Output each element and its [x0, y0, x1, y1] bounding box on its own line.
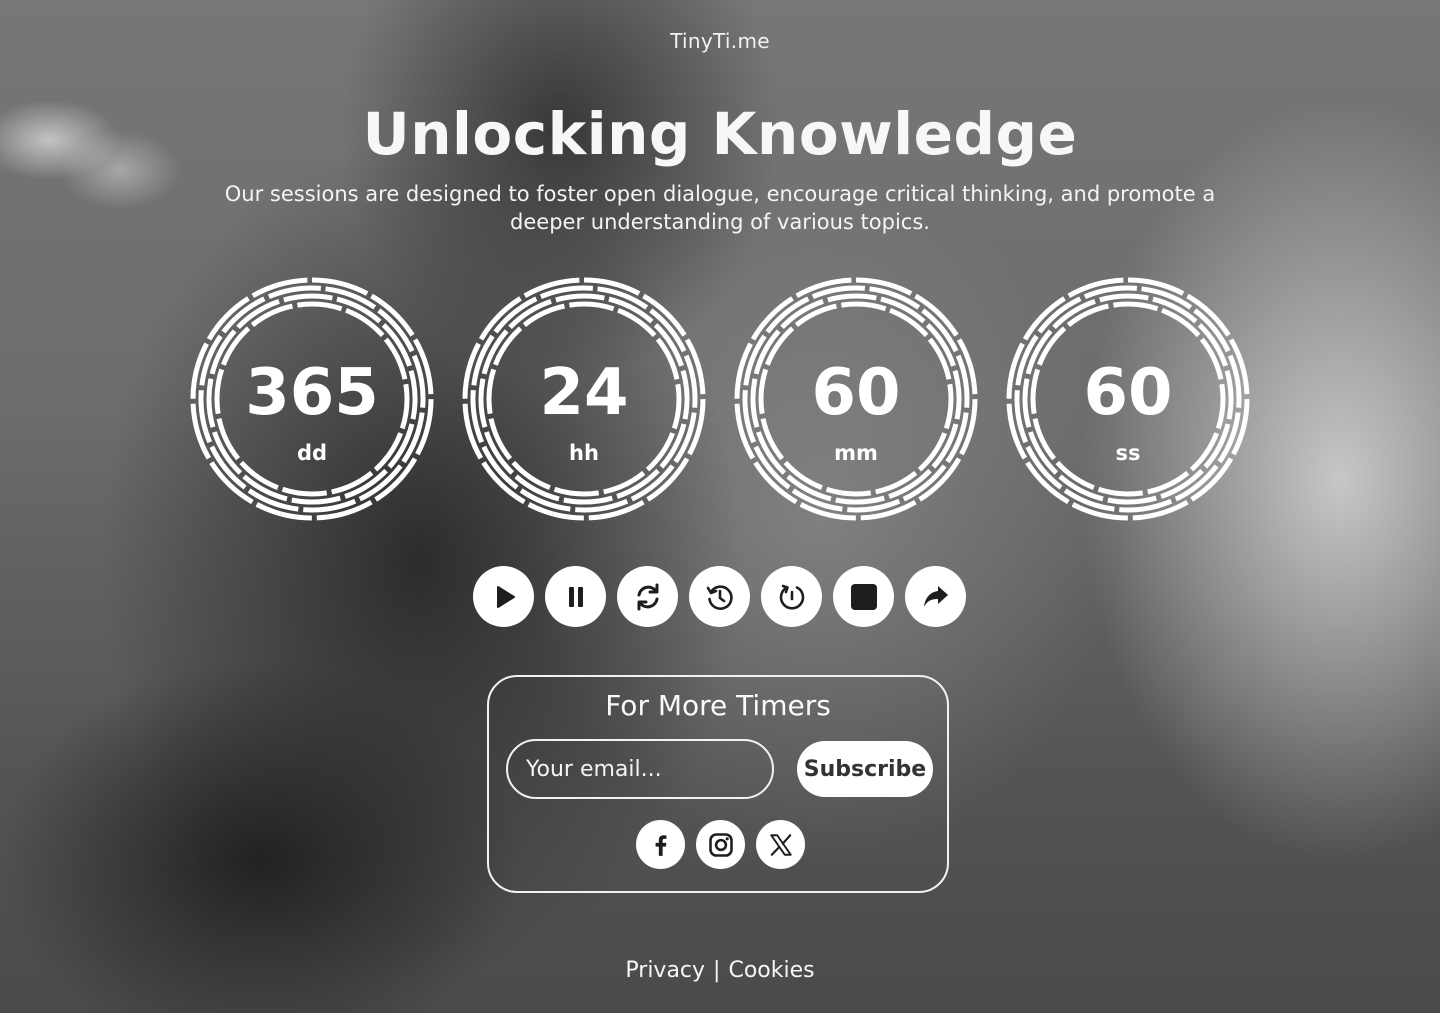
email-field[interactable] — [506, 739, 774, 799]
pause-icon — [568, 586, 583, 607]
refresh-button[interactable] — [617, 566, 678, 627]
minutes-dial: 60 mm — [732, 275, 980, 523]
history-button[interactable] — [689, 566, 750, 627]
subscribe-panel: For More Timers Subscribe — [487, 675, 949, 893]
x-icon — [769, 833, 792, 856]
hours-dial: 24 hh — [460, 275, 708, 523]
history-icon — [706, 584, 733, 610]
hours-value: 24 — [539, 356, 629, 430]
minutes-value: 60 — [811, 356, 901, 430]
seconds-dial: 60 ss — [1004, 275, 1252, 523]
seconds-value: 60 — [1083, 356, 1173, 430]
hours-label: hh — [569, 441, 599, 465]
days-dial: 365 dd — [188, 275, 436, 523]
page-title: Unlocking Knowledge — [362, 100, 1078, 168]
subscribe-button[interactable]: Subscribe — [797, 741, 933, 797]
pause-button[interactable] — [545, 566, 606, 627]
play-icon — [496, 585, 515, 608]
subscribe-title: For More Timers — [605, 689, 831, 722]
play-button[interactable] — [473, 566, 534, 627]
page-subtitle: Our sessions are designed to foster open… — [224, 182, 1216, 234]
timer-controls — [473, 566, 967, 628]
restart-icon — [779, 584, 804, 610]
seconds-label: ss — [1115, 441, 1141, 465]
brand-logo[interactable]: TinyTi.me — [0, 29, 1440, 53]
stop-icon — [850, 583, 877, 610]
x-link[interactable] — [756, 820, 805, 869]
instagram-icon — [708, 832, 733, 857]
minutes-label: mm — [834, 441, 878, 465]
share-icon — [923, 585, 948, 607]
stop-button[interactable] — [833, 566, 894, 627]
days-value: 365 — [245, 356, 379, 430]
refresh-icon — [637, 583, 658, 610]
instagram-link[interactable] — [696, 820, 745, 869]
facebook-icon — [655, 834, 666, 856]
cookies-link[interactable]: Cookies — [728, 958, 814, 983]
privacy-link[interactable]: Privacy — [625, 958, 705, 983]
countdown-timer: 365 dd 24 hh 60 mm 60 ss — [188, 275, 1252, 523]
facebook-link[interactable] — [636, 820, 685, 869]
days-label: dd — [296, 441, 328, 465]
footer-links: Privacy | Cookies — [0, 958, 1440, 983]
footer-separator: | — [713, 958, 721, 983]
restart-button[interactable] — [761, 566, 822, 627]
share-button[interactable] — [905, 566, 966, 627]
